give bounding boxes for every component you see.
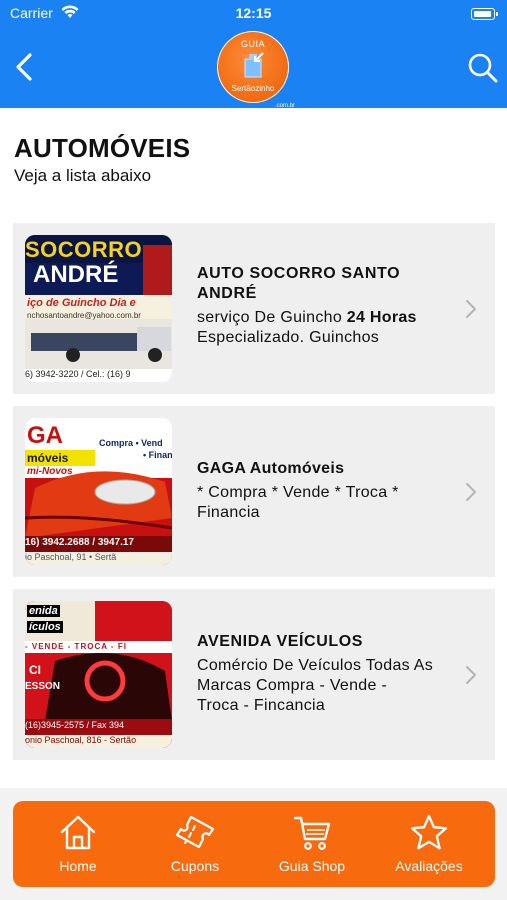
chevron-right-icon	[466, 300, 476, 318]
listing-desc-line-1: Comércio De Veículos Todas As	[197, 657, 434, 674]
listing-description: Comércio De Veículos Todas As Marcas Com…	[197, 656, 452, 716]
chevron-right-icon	[466, 483, 476, 501]
search-icon[interactable]	[467, 50, 499, 84]
thumb-phone: 6) 3942-3220 / Cel.: (16) 9	[25, 369, 131, 379]
app-logo: GUIA Sertãozinho .com.br	[217, 31, 295, 109]
listing-name: GAGA Automóveis	[197, 460, 345, 477]
thumb-email: nchosantoandre@yahoo.com.br	[27, 311, 141, 320]
thumb-address: io Paschoal, 91 • Sertã	[25, 552, 117, 562]
tab-bar: Home Cupons Guia Shop Avaliações	[13, 801, 495, 887]
logo-building-icon	[244, 52, 264, 78]
listing-texts: AVENIDA VEÍCULOS Comércio De Veículos To…	[197, 632, 452, 716]
listing-name-line-1: AUTO SOCORRO SANTO	[197, 265, 401, 282]
listing-name-line-2: ANDRÉ	[197, 285, 257, 302]
thumb-headline-2: móveis	[27, 451, 69, 465]
list-item-avenida-veiculos[interactable]: enida ículos - VENDE - TROCA - FI CI ESS…	[13, 589, 495, 760]
listing-name: AVENIDA VEÍCULOS	[197, 633, 364, 650]
listing-name: AUTO SOCORRO SANTO ANDRÉ	[197, 264, 452, 304]
page-subtitle: Veja a lista abaixo	[14, 166, 152, 185]
listing-desc-line-2: Marcas Compra - Vende -	[197, 677, 388, 694]
listing-desc-line-3: Troca - Fincancia	[197, 697, 326, 714]
thumb-tag-2: • Finan	[143, 450, 172, 460]
ticket-icon	[175, 815, 215, 849]
listing-description: * Compra * Vende * Troca * Financia	[197, 483, 452, 523]
listing-desc-line-1: * Compra * Vende * Troca *	[197, 484, 399, 501]
listing-thumbnail: SOCORRO ANDRÉ iço de Guincho Dia e nchos…	[25, 235, 172, 382]
tab-label-cupons: Cupons	[170, 858, 220, 874]
tab-guia-shop[interactable]: Guia Shop	[262, 801, 362, 887]
thumb-headline-1: enida	[27, 605, 60, 617]
tab-label-guia-shop: Guia Shop	[278, 858, 346, 874]
listing-description: serviço De Guincho 24 Horas Especializad…	[197, 308, 452, 348]
tab-home[interactable]: Home	[28, 801, 128, 887]
tab-label-avaliacoes: Avaliações	[395, 858, 463, 874]
tab-avaliacoes[interactable]: Avaliações	[379, 801, 479, 887]
thumb-phone: (16)3945-2575 / Fax 394	[25, 720, 125, 730]
listing-thumbnail: GA móveis Compra • Vend • Finan mi-Novos…	[25, 418, 172, 565]
listing-thumbnail: enida ículos - VENDE - TROCA - FI CI ESS…	[25, 601, 172, 748]
thumb-headline-2: ANDRÉ	[33, 261, 119, 288]
listing-desc-line-2: Financia	[197, 504, 260, 521]
thumb-tag-3: mi-Novos	[27, 466, 73, 477]
battery-icon	[471, 8, 498, 20]
listing-desc-bold: 24 Horas	[346, 309, 417, 326]
thumb-address: onio Paschoal, 816 - Sertão	[25, 735, 137, 745]
logo-domain-text: .com.br	[275, 103, 296, 109]
listing-desc-text-2: Especializado. Guinchos	[197, 329, 380, 346]
thumb-headline-2: ículos	[27, 621, 63, 633]
back-chevron-icon[interactable]	[10, 50, 40, 84]
status-bar: Carrier 12:15	[0, 0, 507, 28]
chevron-right-icon	[466, 666, 476, 684]
listing-texts: GAGA Automóveis * Compra * Vende * Troca…	[197, 459, 452, 523]
thumb-phone: 16) 3942.2688 / 3947.17	[25, 537, 134, 548]
thumb-tag-1: Compra • Vend	[99, 438, 163, 448]
home-icon	[60, 815, 96, 850]
star-icon	[410, 814, 448, 850]
listing-texts: AUTO SOCORRO SANTO ANDRÉ serviço De Guin…	[197, 264, 452, 348]
thumb-tagline: - VENDE - TROCA - FI	[25, 642, 127, 651]
list-item-auto-socorro[interactable]: SOCORRO ANDRÉ iço de Guincho Dia e nchos…	[13, 223, 495, 394]
thumb-headline-1: GA	[27, 422, 63, 449]
thumb-side-2: ESSON	[25, 681, 61, 692]
page-title: AUTOMÓVEIS	[14, 133, 191, 163]
thumb-tagline: iço de Guincho Dia e	[27, 297, 136, 309]
logo-bottom-text: Sertãozinho	[231, 84, 275, 93]
navigation-bar: GUIA Sertãozinho .com.br	[0, 28, 507, 109]
thumb-side-1: CI	[29, 663, 41, 677]
list-item-gaga-automoveis[interactable]: GA móveis Compra • Vend • Finan mi-Novos…	[13, 406, 495, 577]
logo-top-text: GUIA	[240, 39, 265, 49]
status-time: 12:15	[235, 5, 272, 21]
cart-icon	[293, 816, 331, 850]
listing-desc-text: serviço De Guincho	[197, 309, 347, 326]
tab-cupons[interactable]: Cupons	[145, 801, 245, 887]
tab-label-home: Home	[59, 858, 97, 874]
thumb-headline-1: SOCORRO	[25, 237, 143, 262]
